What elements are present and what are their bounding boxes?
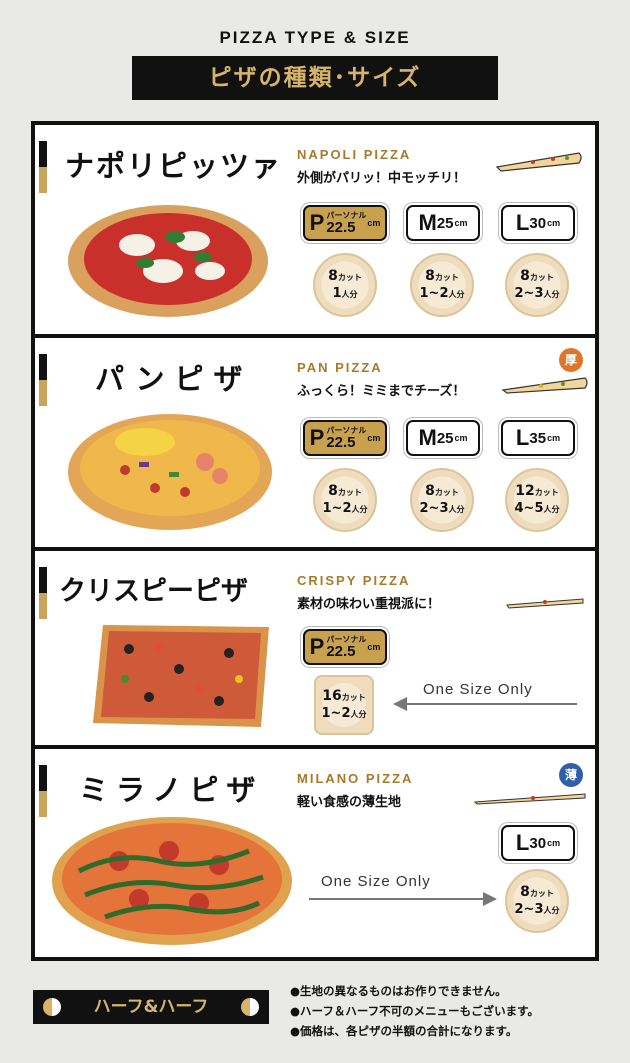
crust-profile-icon [495,152,582,172]
pizza-name-en: PAN PIZZA [297,360,383,375]
arrow-left-icon [393,697,407,711]
slice-info: 8カット 1~2人分 [410,253,474,317]
pizza-card-napoli: ナポリピッツァ NAPOLI PIZZA 外側がパリッ！中モッチリ！ P パーソ… [35,125,595,334]
accent-bar [39,141,47,193]
accent-bar [39,567,47,619]
size-badge-m: M 25 cm [406,205,480,241]
pizza-card-pan: パンピザ PAN PIZZA ふっくら！ミミまでチーズ！ 厚 P パーソナル 22… [35,338,595,547]
accent-bar [39,765,47,817]
arrow-right-icon [483,892,497,906]
size-badge-l: L 30 cm [501,825,575,861]
half-and-half-label: ハーフ&ハーフ [93,997,209,1017]
crust-profile-icon [501,377,588,394]
pan-pizza-image [68,414,272,530]
pizza-name-en: CRISPY PIZZA [297,573,411,588]
slice-info: 8カット 2~3人分 [505,253,569,317]
size-badge-p: P パーソナル 22.5 cm [303,205,387,241]
slice-info: 8カット 2~3人分 [505,869,569,933]
header-title-jp: ピザの種類･サイズ [132,56,498,100]
one-size-label: One Size Only [321,873,431,890]
crust-profile-icon [473,793,586,805]
pizza-menu-frame: ナポリピッツァ NAPOLI PIZZA 外側がパリッ！中モッチリ！ P パーソ… [31,121,599,961]
note-item: ●生地の異なるものはお作りできません。 [290,984,507,998]
arrow-line [401,703,577,705]
pizza-name-en: MILANO PIZZA [297,771,414,786]
size-badge-l: L 30 cm [501,205,575,241]
note-item: ●ハーフ＆ハーフ不可のメニューもございます。 [290,1004,540,1018]
slice-info: 12カット 4~5人分 [505,468,569,532]
pizza-card-crispy: クリスピーピザ CRISPY PIZZA 素材の味わい重視派に！ P パーソナル… [35,551,595,745]
size-badge-p: P パーソナル 22.5 cm [303,420,387,456]
slice-info: 16カット 1~2人分 [314,675,374,735]
half-and-half-bar: ハーフ&ハーフ [33,990,269,1024]
accent-bar [39,354,47,406]
napoli-pizza-image [68,205,268,317]
crust-profile-icon [506,598,584,609]
note-item: ●価格は、各ピザの半額の合計になります。 [290,1024,518,1038]
pizza-tagline: ふっくら！ミミまでチーズ！ [297,384,466,399]
thin-badge-icon: 薄 [559,763,583,787]
slice-info: 8カット 1~2人分 [313,468,377,532]
pizza-name-jp: クリスピーピザ [59,576,248,607]
pizza-name-en: NAPOLI PIZZA [297,147,412,162]
milano-pizza-image [52,817,292,945]
slice-info: 8カット 2~3人分 [410,468,474,532]
pizza-name-jp: ミラノピザ [79,773,264,807]
footer-notes: ●生地の異なるものはお作りできません。 ●ハーフ＆ハーフ不可のメニューもございま… [290,981,539,1041]
slice-info: 8カット 1人分 [313,253,377,317]
half-circle-icon [43,998,61,1016]
one-size-label: One Size Only [423,681,533,698]
arrow-line [309,898,485,900]
pizza-tagline: 軽い食感の薄生地 [297,795,402,810]
pizza-tagline: 外側がパリッ！中モッチリ！ [297,171,467,186]
pizza-name-jp: ナポリピッツァ [65,149,283,183]
size-badge-p: P パーソナル 22.5 cm [303,629,387,665]
pizza-card-milano: ミラノピザ MILANO PIZZA 軽い食感の薄生地 薄 L 30 cm 8カット… [35,749,595,957]
size-badge-m: M 25 cm [406,420,480,456]
thick-badge-icon: 厚 [559,348,583,372]
pizza-tagline: 素材の味わい重視派に！ [297,597,441,612]
crispy-pizza-image [93,625,269,727]
half-circle-icon [241,998,259,1016]
size-badge-l: L 35 cm [501,420,575,456]
pizza-name-jp: パンピザ [95,362,253,396]
header-title-en: PIZZA TYPE & SIZE [219,28,411,47]
